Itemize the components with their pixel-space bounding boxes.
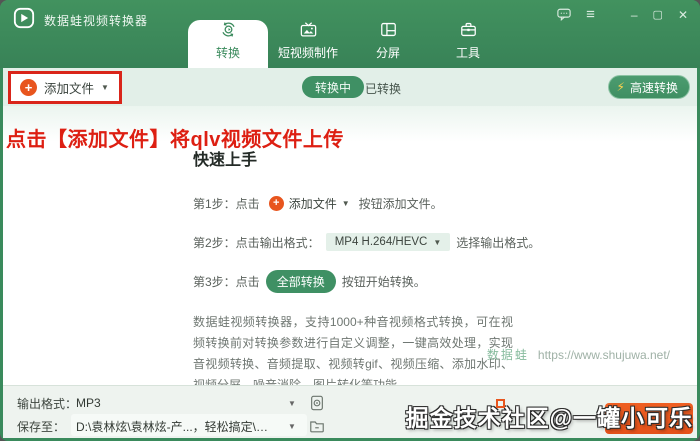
watermark-text: 掘金技术社区@一罐小可乐 xyxy=(405,405,693,431)
chevron-down-icon: ▼ xyxy=(433,237,442,247)
filter-converted-label: 已转换 xyxy=(365,82,402,96)
plus-icon: + xyxy=(268,196,284,211)
toolbar: + 添加文件 ▼ 转换中 已转换 ⚡ 高速转换 xyxy=(3,68,697,106)
app-window: 数据蛙视频转换器 ≡ – ▢ ✕ 转换 短视频制作 分屏 工具 + 添加文件 ▼… xyxy=(0,0,700,441)
tools-icon xyxy=(460,22,476,37)
brand-name: 数据蛙 xyxy=(486,348,529,362)
minimize-button[interactable]: – xyxy=(631,9,638,21)
maximize-button[interactable]: ▢ xyxy=(653,9,663,21)
menu-icon[interactable]: ≡ xyxy=(586,7,595,22)
feedback-icon[interactable] xyxy=(557,8,571,21)
short-video-icon xyxy=(300,22,316,37)
watermark-accent-square xyxy=(496,399,505,408)
chevron-down-icon: ▼ xyxy=(101,83,109,92)
output-settings-icon[interactable] xyxy=(309,395,325,411)
close-button[interactable]: ✕ xyxy=(678,9,688,21)
step2-format-illustration: MP4 H.264/HEVC ▼ xyxy=(325,233,451,251)
step3-convert-illustration: 全部转换 xyxy=(265,270,336,293)
tab-split-screen-label: 分屏 xyxy=(375,46,400,60)
step1-suffix: 按钮添加文件。 xyxy=(358,197,443,211)
output-format-chevron-icon[interactable]: ▼ xyxy=(288,399,296,408)
open-folder-icon[interactable] xyxy=(309,418,325,434)
quick-start-title: 快速上手 xyxy=(193,152,258,169)
tab-convert-label: 转换 xyxy=(215,46,240,60)
main-tab-bar: 转换 短视频制作 分屏 工具 xyxy=(188,20,508,68)
app-logo-icon xyxy=(13,7,35,29)
step3-prefix: 第3步：点击 xyxy=(193,275,260,289)
app-description: 数据蛙视频转换器，支持1000+种音视频格式转换，可在视频转换前对转换参数进行自… xyxy=(193,315,513,392)
step2-prefix: 第2步：点击输出格式： xyxy=(193,235,320,250)
step3-suffix: 按钮开始转换。 xyxy=(341,275,426,289)
output-format-value[interactable]: MP3 xyxy=(76,396,101,410)
tab-short-video-label: 短视频制作 xyxy=(277,46,338,60)
step1-button-label: 添加文件 xyxy=(288,197,337,211)
step1-add-file-illustration: + 添加文件 ▼ xyxy=(266,193,353,214)
tab-tools[interactable]: 工具 xyxy=(428,20,508,68)
filter-converting[interactable]: 转换中 xyxy=(302,76,365,98)
save-to-label: 保存至： xyxy=(17,419,66,434)
step2-chip-label: MP4 H.264/HEVC xyxy=(334,236,428,248)
tab-tools-label: 工具 xyxy=(455,46,480,60)
save-to-chevron-icon[interactable]: ▼ xyxy=(288,422,296,431)
annotation-highlight-box: + 添加文件 ▼ xyxy=(8,71,122,104)
step2-suffix: 选择输出格式。 xyxy=(456,235,541,250)
quick-start-panel: 快速上手 第1步：点击 + 添加文件 ▼ 按钮添加文件。 第2步：点击输出格式：… xyxy=(193,146,540,396)
lightning-icon: ⚡ xyxy=(616,80,625,94)
title-bar: 数据蛙视频转换器 ≡ – ▢ ✕ 转换 短视频制作 分屏 工具 xyxy=(0,0,700,68)
step-3: 第3步：点击 全部转换 按钮开始转换。 xyxy=(193,270,523,293)
step3-button-label: 全部转换 xyxy=(276,275,325,289)
add-file-label: 添加文件 xyxy=(44,82,95,96)
convert-icon xyxy=(221,22,235,37)
tab-split-screen[interactable]: 分屏 xyxy=(348,20,428,68)
tab-short-video[interactable]: 短视频制作 xyxy=(268,20,348,68)
step1-prefix: 第1步：点击 xyxy=(193,197,260,211)
add-file-button[interactable]: + 添加文件 ▼ xyxy=(11,74,119,101)
brand-line: 数据蛙 https://www.shujuwa.net/ xyxy=(487,346,670,363)
window-controls: ≡ – ▢ ✕ xyxy=(557,7,688,22)
brand-site-link[interactable]: https://www.shujuwa.net/ xyxy=(538,348,670,362)
fast-convert-label: 高速转换 xyxy=(629,80,678,95)
fast-convert-button[interactable]: ⚡ 高速转换 xyxy=(607,75,690,99)
plus-icon: + xyxy=(20,79,37,96)
app-title: 数据蛙视频转换器 xyxy=(44,14,149,28)
filter-converted[interactable]: 已转换 xyxy=(365,80,401,97)
step-2: 第2步：点击输出格式： MP4 H.264/HEVC ▼ 选择输出格式。 xyxy=(193,233,540,251)
split-screen-icon xyxy=(380,22,396,37)
step-1: 第1步：点击 + 添加文件 ▼ 按钮添加文件。 xyxy=(193,193,523,214)
filter-converting-label: 转换中 xyxy=(315,80,352,95)
tab-convert[interactable]: 转换 xyxy=(188,20,268,68)
chevron-down-icon: ▼ xyxy=(341,199,350,208)
save-to-value[interactable]: D:\袁林炫\袁林炫-产...，轻松搞定\封面图\底图 xyxy=(76,418,276,435)
main-content: 点击【添加文件】将qlv视频文件上传 快速上手 第1步：点击 + 添加文件 ▼ … xyxy=(3,106,697,392)
output-format-label: 输出格式： xyxy=(17,396,78,411)
